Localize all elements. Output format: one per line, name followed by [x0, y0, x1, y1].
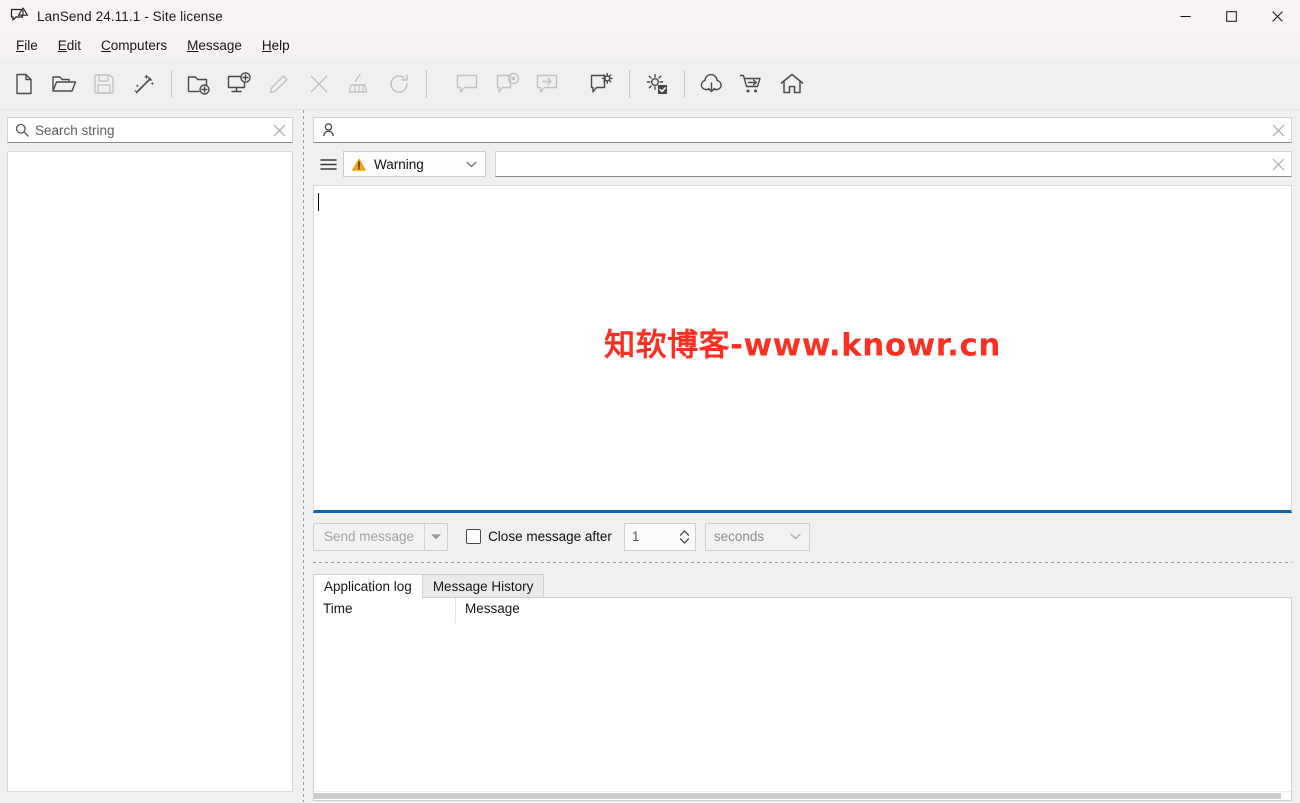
recipient-input[interactable]: [341, 121, 1265, 139]
add-computer-icon[interactable]: [219, 64, 259, 104]
toolbar: [0, 58, 1300, 110]
options-gear-check-icon[interactable]: [637, 64, 677, 104]
close-after-checkbox-group[interactable]: Close message after: [466, 529, 612, 544]
hamburger-menu-icon[interactable]: [313, 151, 343, 177]
refresh-icon: [379, 64, 419, 104]
main-content: Warning 知软博客-www.knowr.cn Send message: [0, 110, 1300, 802]
warning-triangle-icon: [351, 157, 367, 172]
spinner-arrows-icon[interactable]: [675, 529, 695, 545]
severity-select[interactable]: Warning: [343, 151, 486, 177]
log-table-body[interactable]: [314, 624, 1291, 791]
menu-computers[interactable]: Computers: [91, 35, 177, 56]
watermark-text: 知软博客-www.knowr.cn: [604, 327, 1001, 364]
search-box[interactable]: [7, 117, 293, 143]
log-horizontal-scrollbar[interactable]: [314, 791, 1291, 800]
search-input[interactable]: [35, 122, 266, 138]
minimize-button[interactable]: [1162, 0, 1208, 32]
time-unit-value: seconds: [713, 529, 765, 544]
log-table: Time Message: [313, 597, 1292, 801]
delete-x-icon: [299, 64, 339, 104]
home-icon[interactable]: [772, 64, 812, 104]
horizontal-splitter[interactable]: [313, 559, 1292, 566]
log-panel: Application log Message History Time Mes…: [313, 566, 1292, 802]
message-panel: Warning 知软博客-www.knowr.cn Send message C…: [307, 110, 1300, 802]
severity-label: Warning: [374, 156, 424, 172]
tab-application-log[interactable]: Application log: [313, 574, 423, 598]
send-message-label: Send message: [314, 523, 426, 550]
send-bar: Send message Close message after 1 secon…: [313, 513, 1292, 559]
menu-help[interactable]: Help: [252, 35, 300, 56]
save-icon: [84, 64, 124, 104]
message-icon: [448, 64, 488, 104]
window-title: LanSend 24.11.1 - Site license: [37, 8, 223, 24]
scrollbar-thumb[interactable]: [314, 793, 1282, 799]
menu-edit[interactable]: Edit: [48, 35, 91, 56]
delay-value[interactable]: 1: [625, 529, 675, 544]
message-forward-icon: [528, 64, 568, 104]
close-after-label: Close message after: [488, 529, 612, 544]
time-unit-select: seconds: [704, 522, 810, 551]
open-folder-icon[interactable]: [44, 64, 84, 104]
subject-field[interactable]: [495, 151, 1292, 177]
menu-bar: File Edit Computers Message Help: [0, 32, 1300, 58]
recipient-row: [313, 117, 1292, 143]
maximize-button[interactable]: [1208, 0, 1254, 32]
search-icon: [15, 123, 29, 137]
close-button[interactable]: [1254, 0, 1300, 32]
log-table-header: Time Message: [314, 598, 1291, 624]
person-icon: [322, 123, 335, 137]
chevron-down-icon: [466, 161, 477, 168]
recipient-clear-icon[interactable]: [1265, 118, 1291, 142]
toolbar-separator: [684, 69, 685, 98]
chevron-down-icon: [790, 533, 801, 540]
subject-input[interactable]: [496, 155, 1265, 173]
subject-clear-icon[interactable]: [1265, 152, 1291, 176]
cloud-download-icon[interactable]: [692, 64, 732, 104]
edit-pencil-icon: [259, 64, 299, 104]
computer-list[interactable]: [7, 151, 293, 792]
computers-panel: [0, 110, 300, 802]
new-document-icon[interactable]: [4, 64, 44, 104]
message-settings-icon[interactable]: [582, 64, 622, 104]
toolbar-separator: [171, 69, 172, 98]
vertical-splitter[interactable]: [300, 110, 307, 802]
toolbar-separator: [629, 69, 630, 98]
toolbar-separator: [426, 69, 427, 98]
column-header-time[interactable]: Time: [314, 598, 456, 624]
menu-message[interactable]: Message: [177, 35, 252, 56]
recipient-field[interactable]: [313, 117, 1292, 143]
menu-file[interactable]: File: [6, 35, 48, 56]
close-after-checkbox[interactable]: [466, 529, 482, 544]
magic-wand-icon[interactable]: [124, 64, 164, 104]
clean-broom-icon: [339, 64, 379, 104]
title-bar: LanSend 24.11.1 - Site license: [0, 0, 1300, 32]
add-folder-icon[interactable]: [179, 64, 219, 104]
tab-message-history[interactable]: Message History: [421, 574, 545, 598]
message-view-icon: [488, 64, 528, 104]
message-warning-icon: [9, 6, 29, 26]
send-message-dropdown-icon: [425, 524, 447, 550]
cart-icon[interactable]: [732, 64, 772, 104]
subject-row: Warning: [313, 151, 1292, 177]
window-controls: [1162, 0, 1300, 32]
search-clear-icon[interactable]: [266, 118, 292, 142]
send-message-button: Send message: [313, 522, 449, 551]
text-caret: [318, 193, 319, 211]
column-header-message[interactable]: Message: [456, 598, 1291, 624]
log-tabs: Application log Message History: [313, 572, 1292, 598]
message-editor[interactable]: 知软博客-www.knowr.cn: [313, 185, 1292, 513]
delay-spinner[interactable]: 1: [623, 522, 696, 551]
